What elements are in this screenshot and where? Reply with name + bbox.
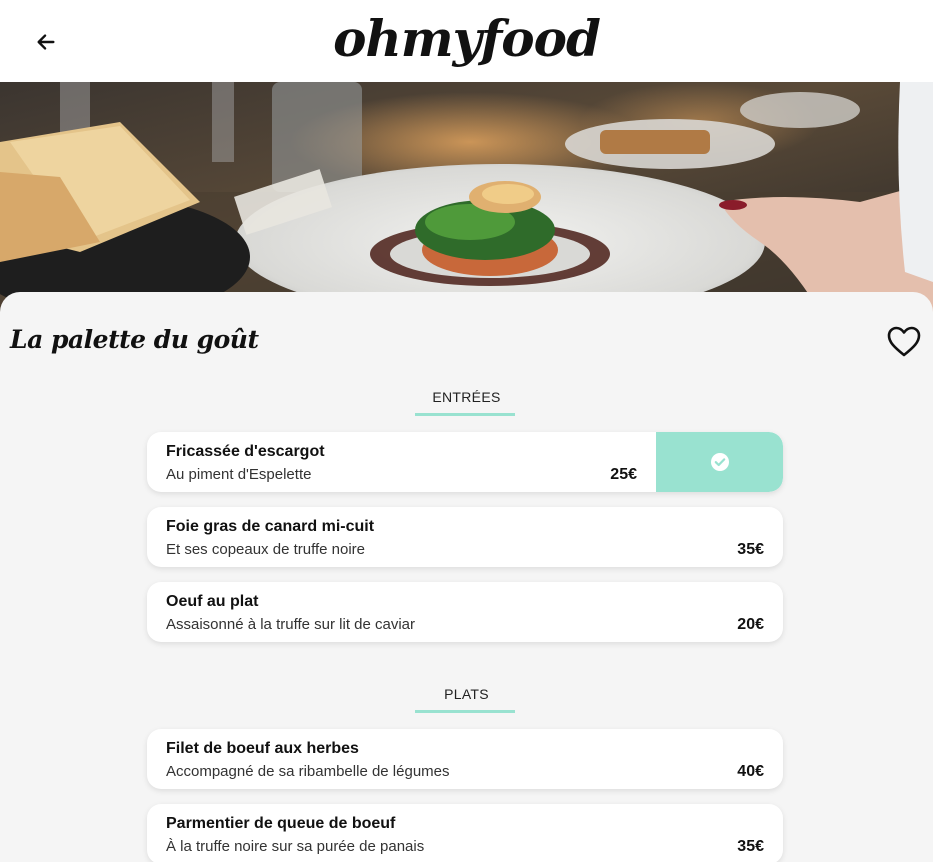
dish-price: 35€ xyxy=(737,838,764,855)
selected-check-panel[interactable] xyxy=(656,432,783,492)
favorite-button[interactable] xyxy=(887,326,921,358)
header: ohmyfood xyxy=(0,0,933,82)
dish-name: Oeuf au plat xyxy=(166,593,259,610)
dish-card[interactable]: Filet de boeuf aux herbes Accompagné de … xyxy=(147,729,783,789)
dish-price: 25€ xyxy=(610,466,637,483)
menu-page: ohmyfood La palette du goût ENTRÉES Fric… xyxy=(0,0,933,862)
dish-price: 40€ xyxy=(737,763,764,780)
dish-price: 35€ xyxy=(737,541,764,558)
dish-name: Foie gras de canard mi-cuit xyxy=(166,518,375,535)
section-underline xyxy=(415,710,515,713)
section-underline xyxy=(415,413,515,416)
dish-card[interactable]: Oeuf au plat Assaisonné à la truffe sur … xyxy=(147,582,783,642)
restaurant-title: La palette du goût xyxy=(10,325,259,354)
dish-card[interactable]: Fricassée d'escargot Au piment d'Espelet… xyxy=(147,432,783,492)
dish-name: Parmentier de queue de boeuf xyxy=(166,815,396,832)
dish-name: Filet de boeuf aux herbes xyxy=(166,740,359,757)
dish-price: 20€ xyxy=(737,616,764,633)
dish-description: Assaisonné à la truffe sur lit de caviar xyxy=(166,616,416,633)
dish-card[interactable]: Foie gras de canard mi-cuit Et ses copea… xyxy=(147,507,783,567)
section-title-entrees: ENTRÉES xyxy=(432,389,501,405)
dish-description: Au piment d'Espelette xyxy=(166,466,312,483)
app-logo[interactable]: ohmyfood xyxy=(0,8,933,70)
dish-description: Et ses copeaux de truffe noire xyxy=(166,541,366,558)
dish-description: À la truffe noire sur sa purée de panais xyxy=(166,838,425,855)
dish-name: Fricassée d'escargot xyxy=(166,443,325,460)
dish-description: Accompagné de sa ribambelle de légumes xyxy=(166,763,450,780)
dish-card[interactable]: Parmentier de queue de boeuf À la truffe… xyxy=(147,804,783,862)
check-circle-icon xyxy=(710,453,729,471)
heart-outline-icon xyxy=(887,326,921,357)
section-title-plats: PLATS xyxy=(444,686,489,702)
restaurant-hero-image xyxy=(0,82,933,312)
